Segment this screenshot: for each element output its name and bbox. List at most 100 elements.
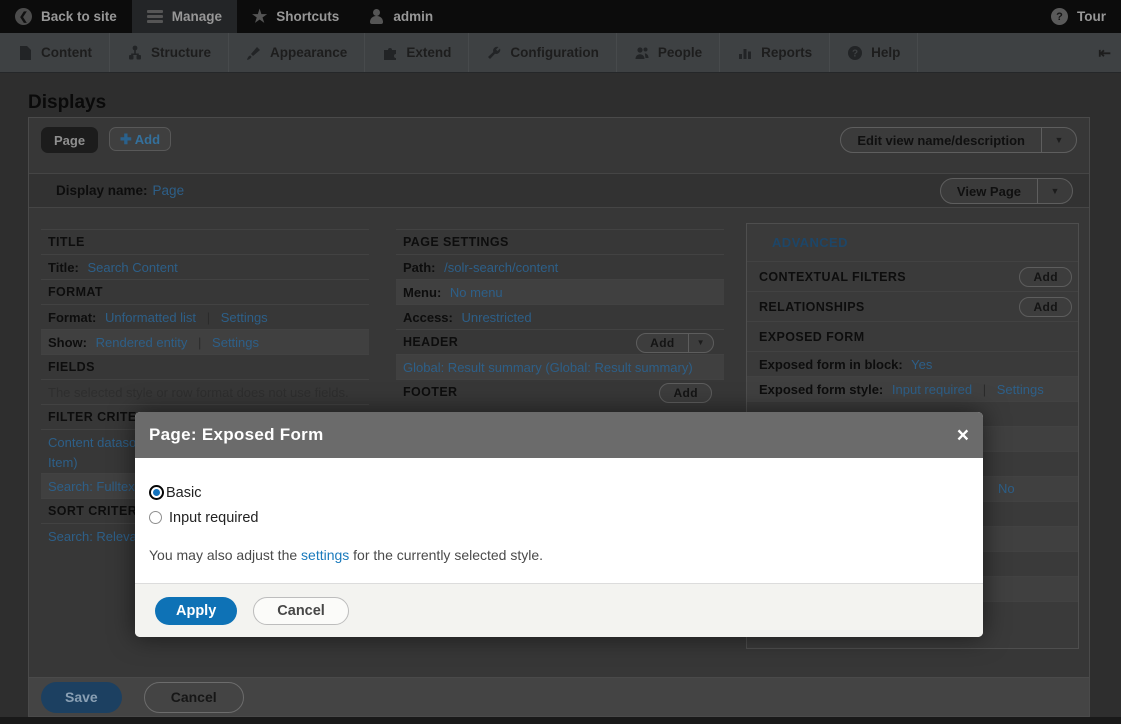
path-link[interactable]: /solr-search/content [444, 260, 558, 275]
result-summary-link[interactable]: Global: Result summary (Global: Result s… [403, 360, 693, 375]
radio-selected-icon[interactable] [149, 485, 164, 500]
menu-label-appearance: Appearance [270, 45, 347, 60]
wrench-icon [486, 45, 502, 61]
dialog-titlebar[interactable]: Page: Exposed Form × [135, 412, 983, 458]
menu-item-content[interactable]: Content [0, 33, 109, 72]
edit-view-name-button[interactable]: Edit view name/description ▼ [840, 127, 1077, 153]
apply-button[interactable]: Apply [155, 597, 237, 625]
display-name-link[interactable]: Page [153, 183, 185, 198]
menu-link[interactable]: No menu [450, 285, 503, 300]
show-link[interactable]: Rendered entity [96, 335, 188, 350]
radio-basic-label: Basic [166, 485, 201, 501]
radio-unselected-icon[interactable] [149, 511, 162, 524]
contextual-add-button[interactable]: Add [1019, 267, 1072, 287]
view-page-button[interactable]: View Page ▼ [940, 178, 1073, 204]
svg-text:?: ? [852, 48, 858, 59]
admin-user-tab[interactable]: admin [354, 0, 448, 33]
manage-tab[interactable]: Manage [132, 0, 237, 33]
add-display-button[interactable]: ✚ Add [109, 127, 171, 151]
dialog-cancel-button[interactable]: Cancel [253, 597, 349, 625]
menu-label-extend: Extend [406, 45, 451, 60]
menu-item-reports[interactable]: Reports [719, 33, 829, 72]
collapse-left-icon: ⇤ [1098, 44, 1111, 62]
menu-item-people[interactable]: People [616, 33, 719, 72]
people-icon [634, 45, 650, 61]
display-name-bar: Display name: Page View Page ▼ [29, 173, 1089, 208]
format-settings-link[interactable]: Settings [221, 310, 268, 325]
section-footer: FOOTER Add [396, 379, 724, 404]
star-icon: ★ [252, 8, 267, 25]
shortcuts-tab[interactable]: ★ Shortcuts [237, 0, 354, 33]
exposed-style-settings-link[interactable]: Settings [997, 382, 1044, 397]
cancel-button[interactable]: Cancel [144, 682, 244, 713]
section-relationships: RELATIONSHIPS Add [747, 291, 1078, 321]
admin-menu-bar: Content Structure Appearance Extend Conf… [0, 33, 1121, 73]
admin-label: admin [393, 9, 433, 24]
save-button[interactable]: Save [41, 682, 122, 713]
footer-add-label: Add [660, 384, 711, 402]
menu-label-people: People [658, 45, 702, 60]
exposed-block-row: Exposed form in block: Yes [747, 351, 1078, 376]
footer-heading: FOOTER [403, 385, 457, 399]
radio-option-basic[interactable]: Basic [149, 480, 967, 505]
section-header: HEADER Add ▼ [396, 329, 724, 354]
menu-label-content: Content [41, 45, 92, 60]
path-label: Path: [403, 260, 441, 275]
menu-item-structure[interactable]: Structure [109, 33, 228, 72]
path-row: Path: /solr-search/content [396, 254, 724, 279]
exposed-block-label: Exposed form in block: [759, 357, 908, 372]
menu-label: Menu: [403, 285, 446, 300]
tab-page[interactable]: Page [41, 127, 98, 153]
separator: | [976, 382, 993, 397]
show-label: Show: [48, 335, 92, 350]
format-link[interactable]: Unformatted list [105, 310, 196, 325]
exposed-style-label: Exposed form style: [759, 382, 888, 397]
relationships-heading: RELATIONSHIPS [759, 300, 865, 314]
header-heading: HEADER [403, 335, 458, 349]
advanced-label: ADVANCED [772, 235, 848, 250]
access-link[interactable]: Unrestricted [462, 310, 532, 325]
document-icon [17, 45, 33, 61]
header-add-button[interactable]: Add ▼ [636, 333, 714, 353]
adminbar-spacer [917, 33, 1088, 72]
exposed-style-link[interactable]: Input required [892, 382, 972, 397]
column-middle: PAGE SETTINGS Path: /solr-search/content… [396, 229, 724, 404]
menu-row: Menu: No menu [396, 279, 724, 304]
settings-link[interactable]: settings [301, 547, 349, 563]
access-row: Access: Unrestricted [396, 304, 724, 329]
exposed-style-row: Exposed form style: Input required | Set… [747, 376, 1078, 401]
add-display-label: Add [135, 132, 160, 147]
title-link[interactable]: Search Content [87, 260, 177, 275]
menu-item-extend[interactable]: Extend [364, 33, 468, 72]
section-format: FORMAT [41, 279, 369, 304]
exposed-form-dialog: Page: Exposed Form × Basic Input require… [135, 412, 983, 637]
menu-item-appearance[interactable]: Appearance [228, 33, 364, 72]
menu-item-help[interactable]: ? Help [829, 33, 917, 72]
fields-note-row: The selected style or row format does no… [41, 379, 369, 404]
footer-add-button[interactable]: Add [659, 383, 712, 403]
relationships-add-button[interactable]: Add [1019, 297, 1072, 317]
menu-label-structure: Structure [151, 45, 211, 60]
advanced-peek-link[interactable]: No [998, 477, 1015, 501]
chevron-down-icon[interactable]: ▼ [1037, 179, 1072, 203]
close-icon[interactable]: × [957, 425, 969, 446]
menu-label-help: Help [871, 45, 900, 60]
separator: | [200, 310, 217, 325]
manage-label: Manage [172, 9, 222, 24]
tour-button[interactable]: ? Tour [1036, 0, 1121, 33]
section-title: TITLE [41, 229, 369, 254]
chevron-down-icon[interactable]: ▼ [688, 334, 713, 352]
toolbar-orientation-toggle[interactable]: ⇤ [1088, 33, 1121, 72]
show-settings-link[interactable]: Settings [212, 335, 259, 350]
exposed-form-heading: EXPOSED FORM [759, 330, 865, 344]
question-mark-icon: ? [1051, 8, 1068, 25]
exposed-block-link[interactable]: Yes [911, 357, 932, 372]
shortcuts-label: Shortcuts [276, 9, 339, 24]
back-to-site-button[interactable]: ❮ Back to site [0, 0, 132, 33]
section-exposed-form: EXPOSED FORM [747, 321, 1078, 351]
menu-item-configuration[interactable]: Configuration [468, 33, 615, 72]
advanced-toggle[interactable]: ADVANCED [747, 224, 1078, 261]
radio-option-input-required[interactable]: Input required [149, 505, 967, 530]
header-add-label: Add [637, 334, 688, 352]
chevron-down-icon[interactable]: ▼ [1041, 128, 1076, 152]
